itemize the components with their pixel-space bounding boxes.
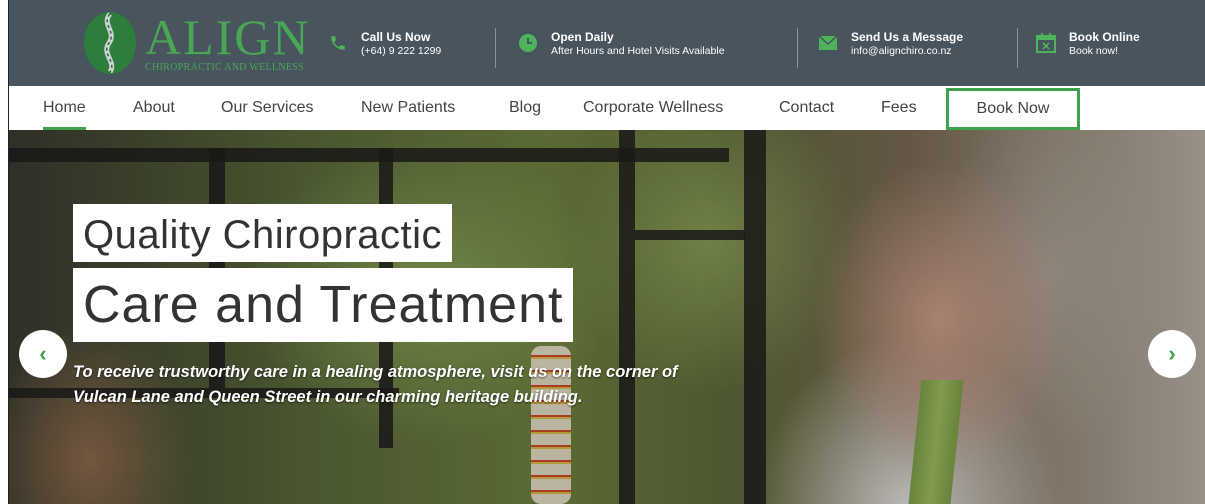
nav-item-contact[interactable]: Contact xyxy=(779,86,834,130)
spine-logo-icon xyxy=(84,12,136,74)
calendar-icon xyxy=(1035,32,1057,54)
nav-item-fees[interactable]: Fees xyxy=(881,86,917,130)
divider xyxy=(797,28,798,68)
logo[interactable]: ALIGN CHIROPRACTIC AND WELLNESS xyxy=(81,10,309,76)
chevron-left-icon: ‹ xyxy=(39,341,47,366)
contact-hours: Open Daily After Hours and Hotel Visits … xyxy=(517,30,725,64)
slider-prev-button[interactable]: ‹ xyxy=(19,330,67,378)
nav-item-new-patients[interactable]: New Patients xyxy=(361,86,455,130)
contact-detail: Book now! xyxy=(1069,45,1119,57)
slider-next-button[interactable]: › xyxy=(1148,330,1196,378)
book-now-button[interactable]: Book Now xyxy=(946,88,1080,130)
clock-icon xyxy=(517,32,539,54)
nav-item-home[interactable]: Home xyxy=(43,86,86,130)
hero-headline-text: Quality Chiropractic xyxy=(83,213,443,257)
contact-email[interactable]: Send Us a Message info@alignchiro.co.nz xyxy=(817,30,963,64)
nav-item-about[interactable]: About xyxy=(133,86,175,130)
nav-item-corporate-wellness[interactable]: Corporate Wellness xyxy=(583,86,723,130)
phone-icon xyxy=(327,32,349,54)
logo-tagline: CHIROPRACTIC AND WELLNESS xyxy=(145,62,304,73)
contact-title: Call Us Now xyxy=(361,30,431,44)
top-bar: ALIGN CHIROPRACTIC AND WELLNESS Call Us … xyxy=(9,0,1205,86)
divider xyxy=(495,28,496,68)
divider xyxy=(1017,28,1018,68)
contact-title: Book Online xyxy=(1069,30,1140,44)
hero-slider: Quality Chiropractic Care and Treatment … xyxy=(9,130,1205,504)
contact-title: Send Us a Message xyxy=(851,30,964,44)
hero-headline-line2: Care and Treatment xyxy=(73,268,574,342)
hero-headline-text: Care and Treatment xyxy=(83,276,564,334)
hero-headline-line1: Quality Chiropractic xyxy=(73,204,453,262)
contact-phone[interactable]: Call Us Now (+64) 9 222 1299 xyxy=(327,30,441,64)
contact-detail: (+64) 9 222 1299 xyxy=(361,45,442,57)
page-frame: ALIGN CHIROPRACTIC AND WELLNESS Call Us … xyxy=(8,0,1205,504)
logo-wordmark: ALIGN xyxy=(145,9,311,65)
envelope-icon xyxy=(817,32,839,54)
nav-item-blog[interactable]: Blog xyxy=(509,86,541,130)
contact-detail: After Hours and Hotel Visits Available xyxy=(551,45,725,57)
hero-description: To receive trustworthy care in a healing… xyxy=(73,363,678,406)
contact-book-online[interactable]: Book Online Book now! xyxy=(1035,30,1140,64)
contact-title: Open Daily xyxy=(551,30,614,44)
chevron-right-icon: › xyxy=(1168,341,1176,366)
nav-item-our-services[interactable]: Our Services xyxy=(221,86,313,130)
contact-detail: info@alignchiro.co.nz xyxy=(851,45,952,57)
